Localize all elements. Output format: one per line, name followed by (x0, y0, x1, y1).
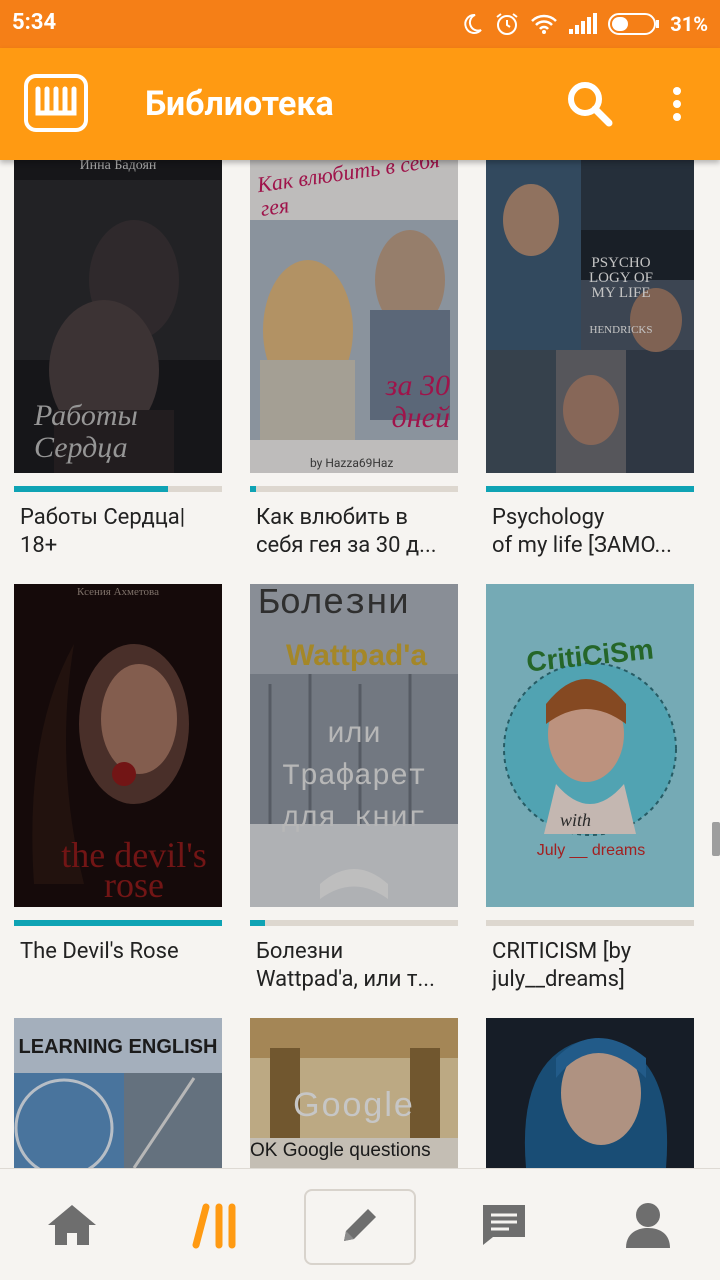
reading-progress (250, 486, 458, 492)
bottom-navigation (0, 1168, 720, 1280)
search-icon (565, 79, 615, 133)
reading-progress (486, 486, 694, 492)
nav-messages[interactable] (448, 1189, 560, 1265)
book-title[interactable]: Болезни Wattpad'a, или т... (256, 938, 456, 994)
book-card[interactable]: PSYCHO LOGY OF MY LIFE HENDRICKS Psychol… (486, 160, 694, 570)
book-cover[interactable]: LEARNING ENGLISH (14, 1018, 222, 1168)
app-bar: Библиотека (0, 48, 720, 160)
book-title[interactable]: Psychology of my life [ЗАМО... (492, 504, 692, 560)
book-cover[interactable]: Google OK Google questions (250, 1018, 458, 1168)
reading-progress (486, 920, 694, 926)
book-cover[interactable]: Болезни Wattpad'a или Трафарет для книг (250, 584, 458, 907)
signal-icon (568, 13, 598, 35)
search-button[interactable] (560, 76, 620, 136)
reading-progress (250, 920, 458, 926)
reading-progress (14, 920, 222, 926)
status-bar: 5:34 31% (0, 0, 720, 48)
book-card[interactable]: Болезни Wattpad'a или Трафарет для книг … (250, 584, 458, 1004)
book-cover[interactable]: CritiCiSm with July __ dreams (486, 584, 694, 907)
messages-icon (479, 1201, 529, 1253)
book-cover[interactable] (486, 1018, 694, 1168)
nav-library[interactable] (160, 1189, 272, 1265)
book-card[interactable]: Google OK Google questions (250, 1018, 458, 1168)
wattpad-logo[interactable] (24, 74, 88, 132)
battery-icon (608, 12, 660, 36)
nav-write[interactable] (304, 1189, 416, 1265)
library-grid[interactable]: Инна Бадоян Работы Сердца Работы Сердца|… (0, 160, 720, 1168)
book-cover[interactable]: Инна Бадоян Работы Сердца (14, 160, 222, 473)
moon-icon (460, 12, 484, 36)
reading-progress (14, 486, 222, 492)
book-card[interactable]: CritiCiSm with July __ dreams CRITICISM … (486, 584, 694, 1004)
nav-home[interactable] (16, 1189, 128, 1265)
profile-icon (623, 1200, 673, 1254)
book-cover[interactable]: Ксения Ахметова the devil's rose (14, 584, 222, 907)
nav-profile[interactable] (592, 1189, 704, 1265)
book-title[interactable]: The Devil's Rose (20, 938, 220, 966)
book-card[interactable]: Как влюбить в себя гея за 30 дней by Haz… (250, 160, 458, 570)
book-card[interactable] (486, 1018, 694, 1168)
scroll-indicator[interactable] (712, 822, 720, 856)
book-cover[interactable]: Как влюбить в себя гея за 30 дней by Haz… (250, 160, 458, 473)
page-title: Библиотека (145, 84, 334, 124)
book-card[interactable]: Инна Бадоян Работы Сердца Работы Сердца|… (14, 160, 222, 570)
more-options-button[interactable] (660, 76, 694, 136)
book-card[interactable]: LEARNING ENGLISH (14, 1018, 222, 1168)
status-icons: 31% (460, 8, 708, 40)
book-title[interactable]: CRITICISM [by july__dreams] (492, 938, 692, 994)
write-icon (336, 1201, 384, 1253)
library-icon (192, 1201, 240, 1253)
book-cover[interactable]: PSYCHO LOGY OF MY LIFE HENDRICKS (486, 160, 694, 473)
battery-percentage: 31% (670, 12, 708, 36)
more-vertical-icon (671, 86, 683, 126)
status-time: 5:34 (12, 10, 57, 35)
home-icon (46, 1201, 98, 1253)
book-title[interactable]: Работы Сердца| 18+ (20, 504, 220, 560)
book-card[interactable]: Ксения Ахметова the devil's rose The Dev… (14, 584, 222, 1004)
wifi-icon (530, 13, 558, 35)
alarm-icon (494, 11, 520, 37)
book-title[interactable]: Как влюбить в себя гея за 30 д... (256, 504, 456, 560)
